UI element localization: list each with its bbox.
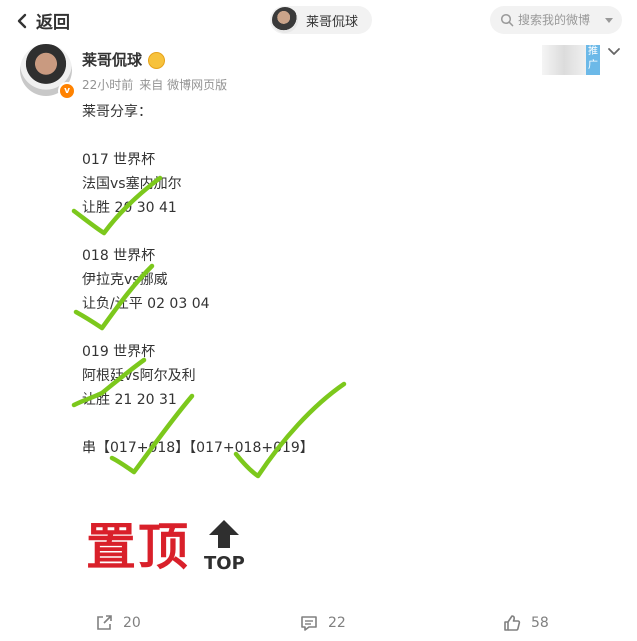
repost-count: 20 [123, 615, 141, 631]
repost-icon [97, 615, 112, 630]
verified-badge-icon: v [58, 82, 76, 100]
post-username[interactable]: 莱哥侃球 [82, 49, 142, 70]
content-line: 让胜 20 30 41 [82, 200, 177, 216]
top-bar: 返回 莱哥侃球 [0, 0, 637, 40]
search-icon [500, 13, 514, 27]
content-line: 莱哥分享： [82, 104, 152, 120]
back-button[interactable]: 返回 [14, 8, 70, 33]
ad-banner[interactable]: 推广 [542, 45, 600, 75]
pinned-top-text: TOP [204, 553, 245, 574]
search-input[interactable] [518, 13, 598, 27]
arrow-up-icon [209, 520, 239, 548]
post-meta: 22小时前 来自 微博网页版 [82, 76, 227, 93]
post-time[interactable]: 22小时前 [82, 78, 133, 92]
fan-medal-icon[interactable] [148, 52, 165, 69]
pinned-text: 置顶 [86, 517, 190, 576]
pinned-label: 置顶 TOP [86, 517, 256, 579]
thumbs-up-icon [504, 615, 521, 631]
search-box[interactable] [490, 6, 622, 34]
comment-button[interactable]: 22 [300, 614, 346, 632]
post-content: 莱哥分享： 017 世界杯法国vs塞内加尔 让胜 20 30 41 018 世界杯 伊拉… [82, 100, 482, 460]
comment-count: 22 [328, 615, 346, 631]
ad-image [542, 45, 586, 75]
content-line: 让负/让平 02 03 04 [82, 296, 210, 312]
content-line: 伊拉克vs挪威 [82, 272, 168, 288]
content-line: 019 世界杯 [82, 344, 156, 360]
content-line: 018 世界杯 [82, 248, 156, 264]
like-button[interactable]: 58 [503, 614, 549, 632]
dropdown-caret-icon[interactable] [604, 15, 614, 25]
content-line: 串【017+018】【017+018+019】 [82, 440, 314, 456]
content-line: 让胜 21 20 31 [82, 392, 177, 408]
content-line: 法国vs塞内加尔 [82, 176, 182, 192]
profile-chip[interactable]: 莱哥侃球 [270, 6, 373, 34]
like-count: 58 [531, 615, 549, 631]
content-line: 017 世界杯 [82, 152, 156, 168]
chevron-left-icon [17, 13, 27, 28]
chip-avatar [272, 7, 298, 33]
comment-icon [301, 616, 317, 631]
chevron-down-icon[interactable] [607, 47, 621, 57]
ad-tag: 推广 [586, 45, 600, 75]
action-bar: 20 22 58 [0, 608, 637, 641]
post-source: 来自 微博网页版 [139, 78, 228, 92]
repost-button[interactable]: 20 [95, 614, 141, 632]
content-line: 阿根廷vs阿尔及利 [82, 368, 196, 384]
chip-username: 莱哥侃球 [306, 14, 359, 30]
back-label: 返回 [36, 13, 70, 33]
